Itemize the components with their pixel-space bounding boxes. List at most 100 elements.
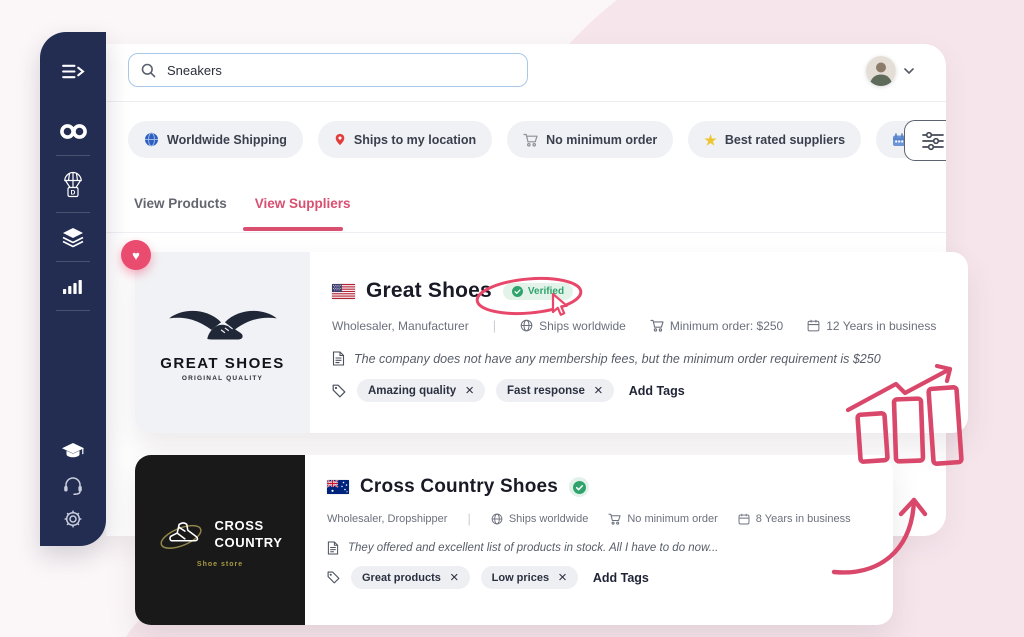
business-type: Wholesaler, Manufacturer — [332, 319, 469, 333]
remove-tag-icon[interactable]: × — [558, 570, 567, 585]
verified-badge — [569, 477, 589, 497]
supplier-card-cross-country-shoes[interactable]: CROSS COUNTRY Shoe store Cross Country S… — [135, 455, 893, 625]
cart-icon — [650, 319, 664, 332]
sidebar-item-dropshipping[interactable]: D — [40, 163, 106, 205]
sneaker-ring-logo-icon — [158, 513, 206, 557]
years-in-business-info: 8 Years in business — [738, 513, 851, 525]
user-avatar — [866, 56, 896, 86]
tag-fast-response: Fast response × — [496, 379, 614, 402]
supplier-name: Great Shoes — [366, 279, 492, 303]
filter-chip-label: Best rated suppliers — [725, 133, 845, 147]
search-bar — [128, 53, 528, 87]
years-label: 8 Years in business — [756, 513, 851, 525]
calendar-icon — [738, 513, 750, 525]
filter-chip-label: No minimum order — [546, 133, 657, 147]
headset-icon — [62, 475, 84, 495]
supplier-name: Cross Country Shoes — [360, 476, 558, 498]
signal-bars-icon — [63, 278, 83, 294]
tag-label: Great products — [362, 572, 441, 584]
logo-subtitle: Shoe store — [197, 561, 243, 568]
sidebar-menu-toggle[interactable] — [40, 54, 106, 88]
minimum-order-info: Minimum order: $250 — [650, 319, 783, 333]
supplier-review: They offered and excellent list of produ… — [348, 542, 718, 554]
sidebar-item-support[interactable] — [40, 468, 106, 502]
filter-chip-no-minimum-order[interactable]: No minimum order — [507, 121, 673, 158]
minimum-order-label: No minimum order — [627, 513, 717, 525]
winged-shoe-logo-icon — [165, 303, 281, 351]
supplier-card-great-shoes[interactable]: ♥ GREAT SHOES ORIGINAL QUALITY Great Sho… — [135, 252, 968, 433]
active-tab-underline — [243, 227, 343, 231]
meta-divider: | — [493, 318, 496, 333]
filter-chips-row: Worldwide Shipping Ships to my location … — [128, 121, 946, 158]
supplier-logo-cross-country: CROSS COUNTRY Shoe store — [135, 455, 305, 625]
sidebar-item-settings[interactable] — [40, 502, 106, 536]
tag-icon — [332, 384, 346, 398]
add-tags-button[interactable]: Add Tags — [593, 571, 649, 585]
filter-chip-ships-to-my-location[interactable]: Ships to my location — [318, 121, 492, 158]
verified-check-icon — [512, 286, 523, 297]
location-pin-icon — [334, 132, 346, 147]
remove-tag-icon[interactable]: × — [594, 383, 603, 398]
favorite-button[interactable]: ♥ — [121, 240, 151, 270]
years-label: 12 Years in business — [826, 319, 936, 333]
logo-title-line1: CROSS — [215, 518, 283, 534]
verified-label: Verified — [528, 286, 564, 297]
calendar-icon — [807, 319, 820, 332]
tab-view-products[interactable]: View Products — [134, 196, 227, 211]
meta-divider: | — [467, 511, 470, 526]
heart-icon: ♥ — [132, 248, 140, 263]
menu-expand-icon — [61, 63, 86, 80]
globe-icon — [520, 319, 533, 332]
sidebar-divider — [56, 155, 90, 156]
shipping-label: Ships worldwide — [509, 513, 588, 525]
tab-view-suppliers[interactable]: View Suppliers — [255, 196, 351, 211]
sidebar: D — [40, 32, 106, 546]
sidebar-item-academy[interactable] — [40, 434, 106, 468]
filter-chip-label: Ships to my location — [354, 133, 476, 147]
supplier-logo-great-shoes: GREAT SHOES ORIGINAL QUALITY — [135, 252, 310, 433]
note-icon — [332, 351, 345, 366]
filter-chip-best-rated-suppliers[interactable]: ★ Best rated suppliers — [688, 121, 861, 158]
supplier-review: The company does not have any membership… — [354, 352, 881, 366]
tag-label: Amazing quality — [368, 385, 456, 397]
sidebar-item-catalog[interactable] — [40, 220, 106, 254]
layers-icon — [61, 226, 85, 248]
parachute-d-icon: D — [63, 171, 83, 198]
remove-tag-icon[interactable]: × — [465, 383, 474, 398]
gear-icon — [63, 509, 83, 529]
tag-low-prices: Low prices × — [481, 566, 578, 589]
us-flag-icon — [332, 284, 355, 299]
top-header — [106, 44, 946, 102]
tag-icon — [327, 571, 340, 584]
add-tags-button[interactable]: Add Tags — [629, 384, 685, 398]
graduation-cap-icon — [61, 442, 85, 460]
globe-icon — [491, 513, 503, 525]
minimum-order-label: Minimum order: $250 — [670, 319, 783, 333]
chevron-down-icon — [904, 68, 914, 74]
svg-text:D: D — [71, 189, 76, 196]
filter-chip-label: Worldwide Shipping — [167, 133, 287, 147]
minimum-order-info: No minimum order — [608, 513, 717, 525]
filters-button[interactable] — [904, 120, 946, 161]
sliders-icon — [921, 131, 945, 151]
sidebar-item-home[interactable] — [40, 114, 106, 148]
user-menu[interactable] — [866, 56, 914, 86]
search-icon — [141, 63, 156, 78]
sidebar-item-analytics[interactable] — [40, 269, 106, 303]
filter-chip-worldwide-shipping[interactable]: Worldwide Shipping — [128, 121, 303, 158]
verified-check-icon — [573, 481, 586, 494]
au-flag-icon — [327, 480, 349, 494]
tag-label: Low prices — [492, 572, 549, 584]
business-type: Wholesaler, Dropshipper — [327, 513, 447, 525]
shipping-info: Ships worldwide — [520, 319, 626, 333]
globe-icon — [144, 132, 159, 147]
tag-amazing-quality: Amazing quality × — [357, 379, 485, 402]
logo-title: GREAT SHOES — [160, 355, 285, 372]
remove-tag-icon[interactable]: × — [450, 570, 459, 585]
cart-icon — [523, 133, 538, 147]
search-input[interactable] — [165, 62, 499, 79]
sidebar-divider — [56, 310, 90, 311]
tag-great-products: Great products × — [351, 566, 470, 589]
years-in-business-info: 12 Years in business — [807, 319, 936, 333]
shipping-info: Ships worldwide — [491, 513, 588, 525]
